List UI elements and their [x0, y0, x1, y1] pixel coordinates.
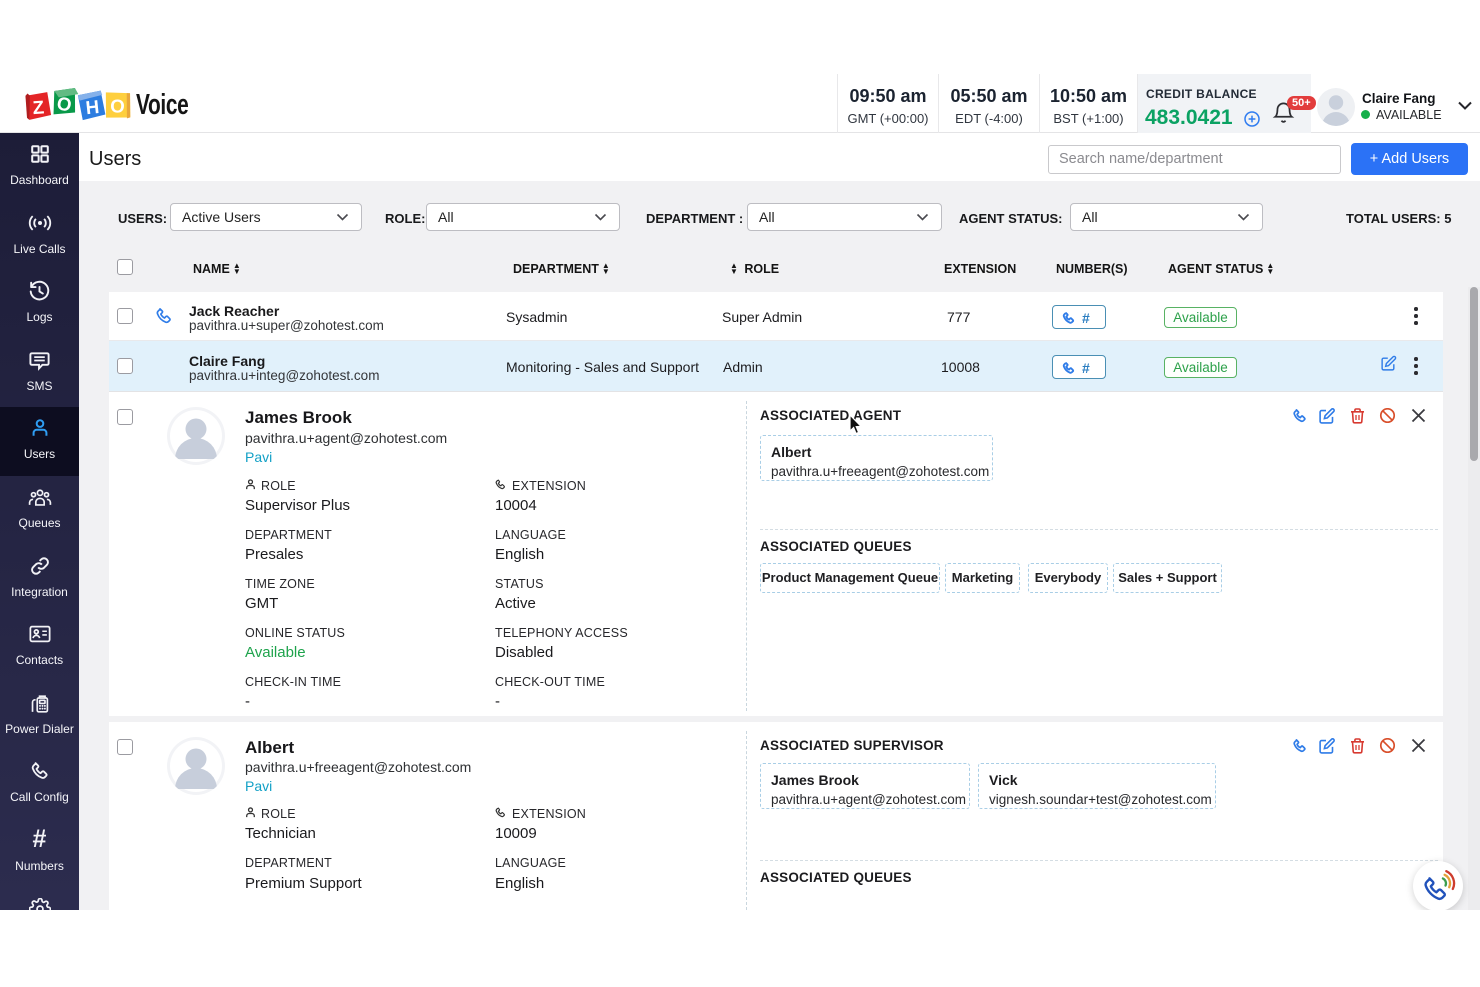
svg-text:H: H — [85, 96, 101, 118]
svg-text:#: # — [1082, 360, 1090, 375]
svg-text:Z: Z — [32, 96, 45, 118]
svg-text:#: # — [1082, 310, 1090, 325]
svg-text:O: O — [110, 95, 125, 116]
svg-text:Voice: Voice — [136, 89, 189, 121]
